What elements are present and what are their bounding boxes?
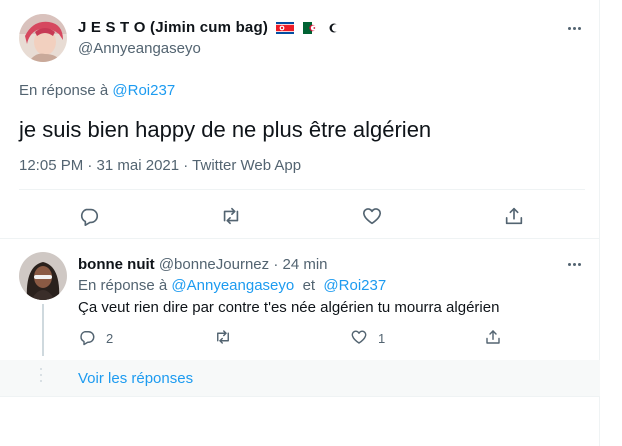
reply-icon[interactable] [78,205,100,227]
reply-button[interactable]: 2 [78,329,113,347]
display-name-text[interactable]: J E S T O (Jimin cum bag) [78,19,268,36]
divider [19,189,585,190]
show-replies-row[interactable]: Voir les réponses [0,360,600,396]
reply-prefix: En réponse à [78,277,168,294]
tweet-timestamp[interactable]: 12:05 PM · 31 mai 2021 · Twitter Web App [19,157,301,174]
reply-to-link[interactable]: @Roi237 [323,277,386,294]
algeria-flag-icon [302,21,321,38]
separator-dot: · [273,256,279,273]
reply-count: 2 [106,330,114,346]
handle[interactable]: @bonneJournez [159,256,269,273]
avatar[interactable] [19,14,67,62]
thread-line [42,304,44,356]
display-name[interactable]: bonne nuit [78,256,155,273]
crescent-icon [329,21,340,38]
reply-header: bonne nuit @bonneJournez · 24 min [78,256,328,273]
reply-and: et [302,277,316,294]
reply-context: En réponse à @Annyeangaseyo et @Roi237 [78,277,386,294]
share-icon[interactable] [484,328,502,349]
like-button[interactable]: 1 [350,329,385,347]
tweet-detail-panel: J E S T O (Jimin cum bag) @Annyeangaseyo… [0,0,600,446]
tweet-text: Ça veut rien dire par contre t'es née al… [78,299,500,316]
reply-icon[interactable] [78,328,96,349]
display-name[interactable]: J E S T O (Jimin cum bag) [78,19,340,38]
tweet-text: je suis bien happy de ne plus être algér… [19,117,432,142]
thread-dots-icon [40,368,43,382]
reply-prefix: En réponse à [19,82,109,99]
more-options-icon[interactable] [564,23,584,33]
reply-to-link[interactable]: @Annyeangaseyo [171,277,294,294]
share-icon[interactable] [503,205,525,227]
like-count: 1 [378,330,386,346]
divider [0,238,600,239]
handle[interactable]: @Annyeangaseyo [78,40,201,57]
retweet-icon[interactable] [220,205,242,227]
divider [0,396,600,397]
like-icon[interactable] [361,205,383,227]
reply-to-link[interactable]: @Roi237 [112,82,175,99]
retweet-icon[interactable] [214,328,232,349]
reply-context: En réponse à @Roi237 [19,82,175,99]
retweet-button[interactable] [214,329,242,347]
share-button[interactable] [484,329,502,347]
show-replies-link[interactable]: Voir les réponses [78,370,193,387]
like-icon[interactable] [350,328,368,349]
north-korea-flag-icon [276,21,295,38]
more-options-icon[interactable] [564,259,584,269]
tweet-time[interactable]: 24 min [282,256,327,273]
avatar[interactable] [19,252,67,300]
